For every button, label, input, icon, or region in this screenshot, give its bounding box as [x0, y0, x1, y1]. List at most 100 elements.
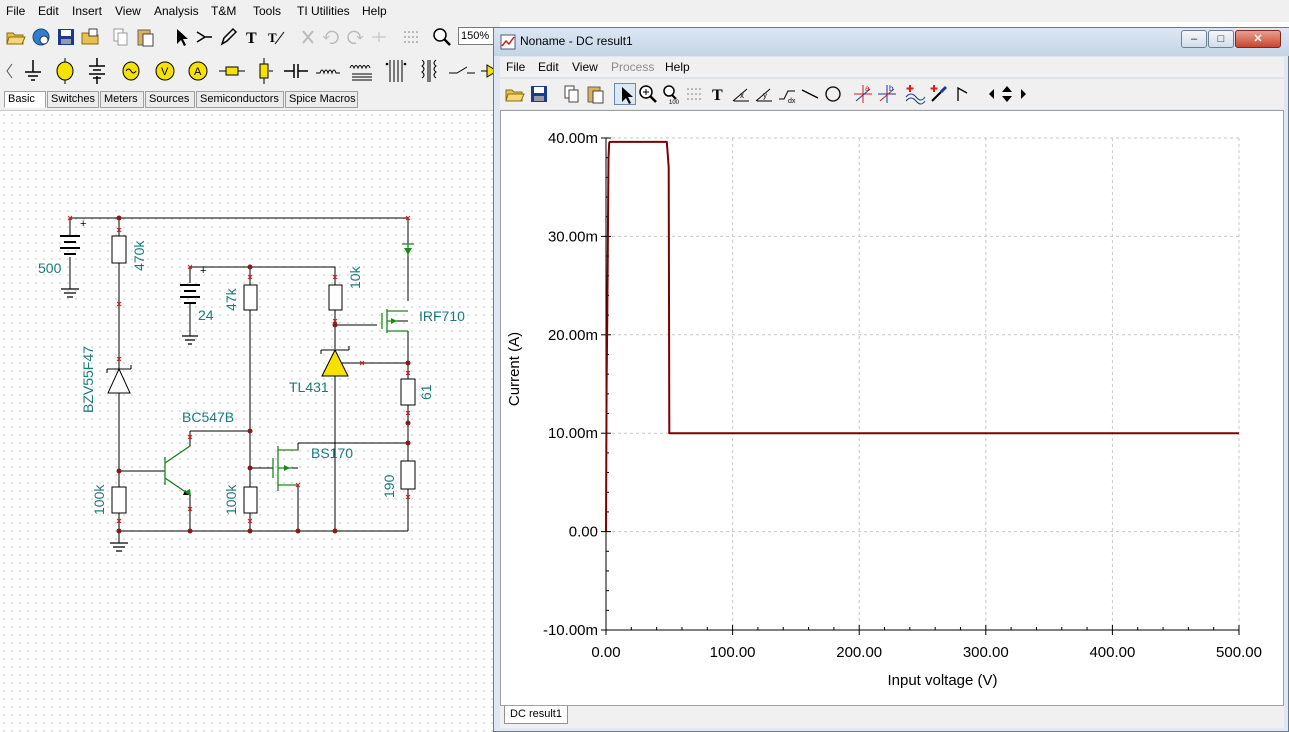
text-edit-icon[interactable]: T: [265, 26, 287, 48]
component-palette: V A: [0, 52, 505, 90]
inductor-icon[interactable]: [314, 56, 344, 86]
x-tick-label: 400.00: [1089, 644, 1135, 661]
dc-plot-area[interactable]: 0.00 100.00 200.00 300.00 400.00 500.00 -10.00…: [500, 110, 1284, 706]
battery-icon[interactable]: [82, 56, 112, 86]
dc-result-chart: 0.00 100.00 200.00 300.00 400.00 500.00 -10.00…: [506, 130, 1262, 689]
open-folder-icon[interactable]: [5, 26, 27, 48]
menu-ti-utilities[interactable]: TI Utilities: [297, 4, 350, 18]
paste-icon[interactable]: [135, 26, 157, 48]
current-series-line: [605, 140, 1239, 532]
schematic-canvas[interactable]: 500 24 470k 47k 10k BZV55F47 BC547B 100k…: [0, 111, 496, 732]
text-icon[interactable]: T: [707, 83, 729, 105]
menu-analysis[interactable]: Analysis: [154, 4, 199, 18]
transformer-ct-icon[interactable]: [414, 56, 444, 86]
ground-icon[interactable]: [18, 56, 48, 86]
zoom-in-icon[interactable]: [637, 83, 659, 105]
voltmeter-icon[interactable]: V: [150, 56, 180, 86]
line-icon[interactable]: [799, 83, 821, 105]
wire-icon[interactable]: [193, 26, 215, 48]
menu-tools[interactable]: Tools: [253, 4, 281, 18]
potentiometer-icon[interactable]: [249, 56, 279, 86]
label-r10k: 10k: [347, 265, 363, 289]
grid-icon[interactable]: [400, 26, 422, 48]
transformer-icon[interactable]: [381, 56, 411, 86]
close-button[interactable]: ✕: [1235, 30, 1281, 48]
label-r470k: 470k: [131, 240, 147, 271]
dc-menu-view[interactable]: View: [572, 60, 598, 74]
add-curve-icon[interactable]: [904, 83, 926, 105]
axis-annotation-icon[interactable]: x: [730, 83, 752, 105]
delete-icon[interactable]: [297, 26, 319, 48]
scroll-left-icon[interactable]: [3, 56, 15, 86]
dc-menu-file[interactable]: File: [506, 60, 525, 74]
menu-edit[interactable]: Edit: [38, 4, 59, 18]
tab-sources[interactable]: Sources: [145, 91, 195, 108]
menu-insert[interactable]: Insert: [72, 4, 102, 18]
label-24v: 24: [198, 307, 214, 323]
flag-icon[interactable]: [952, 83, 974, 105]
redo-icon[interactable]: [344, 26, 366, 48]
ammeter-icon[interactable]: A: [183, 56, 213, 86]
copy-icon[interactable]: [110, 26, 132, 48]
dc-menu-process[interactable]: Process: [611, 60, 654, 74]
select-arrow-icon[interactable]: [614, 83, 636, 105]
svg-text:x: x: [740, 91, 744, 100]
svg-text:100: 100: [669, 100, 680, 105]
main-toolbar: T T: [0, 22, 500, 53]
tab-basic[interactable]: Basic: [4, 91, 46, 108]
open-folder-icon[interactable]: [504, 83, 526, 105]
switch-icon[interactable]: [447, 56, 477, 86]
tab-switches[interactable]: Switches: [47, 91, 99, 108]
undo-icon[interactable]: [320, 26, 342, 48]
grid-icon[interactable]: [683, 83, 705, 105]
minimize-button[interactable]: –: [1181, 30, 1207, 48]
cursor-a-icon[interactable]: a: [852, 83, 874, 105]
save-icon[interactable]: [55, 26, 77, 48]
coupled-inductor-icon[interactable]: [347, 56, 377, 86]
maximize-button[interactable]: □: [1208, 30, 1234, 48]
zoom-level-select[interactable]: 150%: [458, 27, 494, 45]
scroll-right-icon[interactable]: [1012, 83, 1026, 105]
zoom-100-icon[interactable]: 100: [660, 83, 682, 105]
select-arrow-icon[interactable]: [170, 26, 192, 48]
step-annotation-icon[interactable]: dx: [776, 83, 798, 105]
label-zener: BZV55F47: [80, 346, 96, 413]
junction-icon[interactable]: [368, 26, 390, 48]
resistor-icon[interactable]: [217, 56, 247, 86]
x-tick-label: 200.00: [836, 644, 882, 661]
open-design-icon[interactable]: [80, 26, 102, 48]
slope-annotation-icon[interactable]: y: [753, 83, 775, 105]
save-icon[interactable]: [528, 83, 550, 105]
text-icon[interactable]: T: [241, 26, 263, 48]
dc-menu-help[interactable]: Help: [665, 60, 690, 74]
label-r190: 190: [381, 474, 397, 498]
y-tick-label: 40.00m: [548, 130, 598, 147]
dc-titlebar[interactable]: Noname - DC result1 – □ ✕: [494, 28, 1289, 56]
scroll-updown-icon[interactable]: [996, 83, 1012, 105]
probe-icon[interactable]: [928, 83, 950, 105]
dc-menu-edit[interactable]: Edit: [538, 60, 559, 74]
category-tabs: Basic Switches Meters Sources Semiconduc…: [0, 90, 500, 111]
zoom-icon[interactable]: [431, 26, 453, 48]
cursor-b-icon[interactable]: b: [876, 83, 898, 105]
menu-help[interactable]: Help: [362, 4, 387, 18]
x-axis-label: Input voltage (V): [887, 672, 997, 689]
tab-semiconductors[interactable]: Semiconductors: [196, 91, 284, 108]
web-icon[interactable]: [30, 26, 52, 48]
pen-icon[interactable]: [217, 26, 239, 48]
menu-file[interactable]: File: [6, 4, 25, 18]
voltage-source-icon[interactable]: [50, 56, 80, 86]
circle-icon[interactable]: [822, 83, 844, 105]
capacitor-icon[interactable]: [281, 56, 311, 86]
tab-dc-result1[interactable]: DC result1: [504, 706, 568, 724]
svg-text:T: T: [712, 87, 723, 104]
ac-source-icon[interactable]: [116, 56, 146, 86]
tab-spice-macros[interactable]: Spice Macros: [285, 91, 358, 108]
tab-meters[interactable]: Meters: [100, 91, 144, 108]
menu-tm[interactable]: T&M: [211, 4, 236, 18]
menu-view[interactable]: View: [115, 4, 141, 18]
y-tick-label: 0.00: [569, 524, 598, 541]
scroll-left-icon[interactable]: [981, 83, 995, 105]
copy-icon[interactable]: [561, 83, 583, 105]
paste-icon[interactable]: [585, 83, 607, 105]
